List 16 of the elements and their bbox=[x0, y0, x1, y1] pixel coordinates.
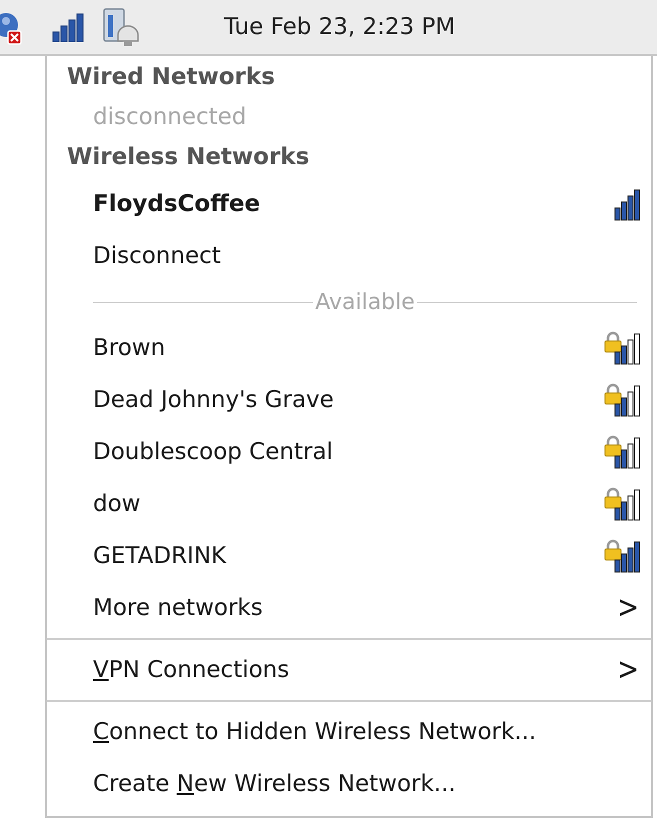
submenu-item[interactable]: More networks > bbox=[47, 582, 651, 634]
network-item[interactable]: GETADRINK bbox=[47, 530, 651, 582]
network-item[interactable]: Brown bbox=[47, 322, 651, 374]
network-item[interactable]: FloydsCoffee bbox=[47, 178, 651, 230]
section-header: Wireless Networks bbox=[66, 143, 310, 172]
section-header: Wired Networks bbox=[66, 63, 276, 92]
network-item[interactable]: Dead Johnny's Grave bbox=[47, 374, 651, 426]
network-item[interactable]: dow bbox=[47, 478, 651, 530]
section-caption: Available bbox=[315, 290, 415, 314]
menu-item[interactable]: Create New Wireless Network... bbox=[47, 758, 651, 810]
clock[interactable]: Tue Feb 23, 2:23 PM bbox=[224, 14, 456, 40]
submenu-item[interactable]: VPN Connections > bbox=[47, 644, 651, 696]
menu-item[interactable]: Connect to Hidden Wireless Network... bbox=[47, 706, 651, 758]
signal-icon[interactable] bbox=[50, 12, 86, 42]
network-item[interactable]: Doublescoop Central bbox=[47, 426, 651, 478]
menu-item[interactable]: Disconnect bbox=[47, 230, 651, 282]
